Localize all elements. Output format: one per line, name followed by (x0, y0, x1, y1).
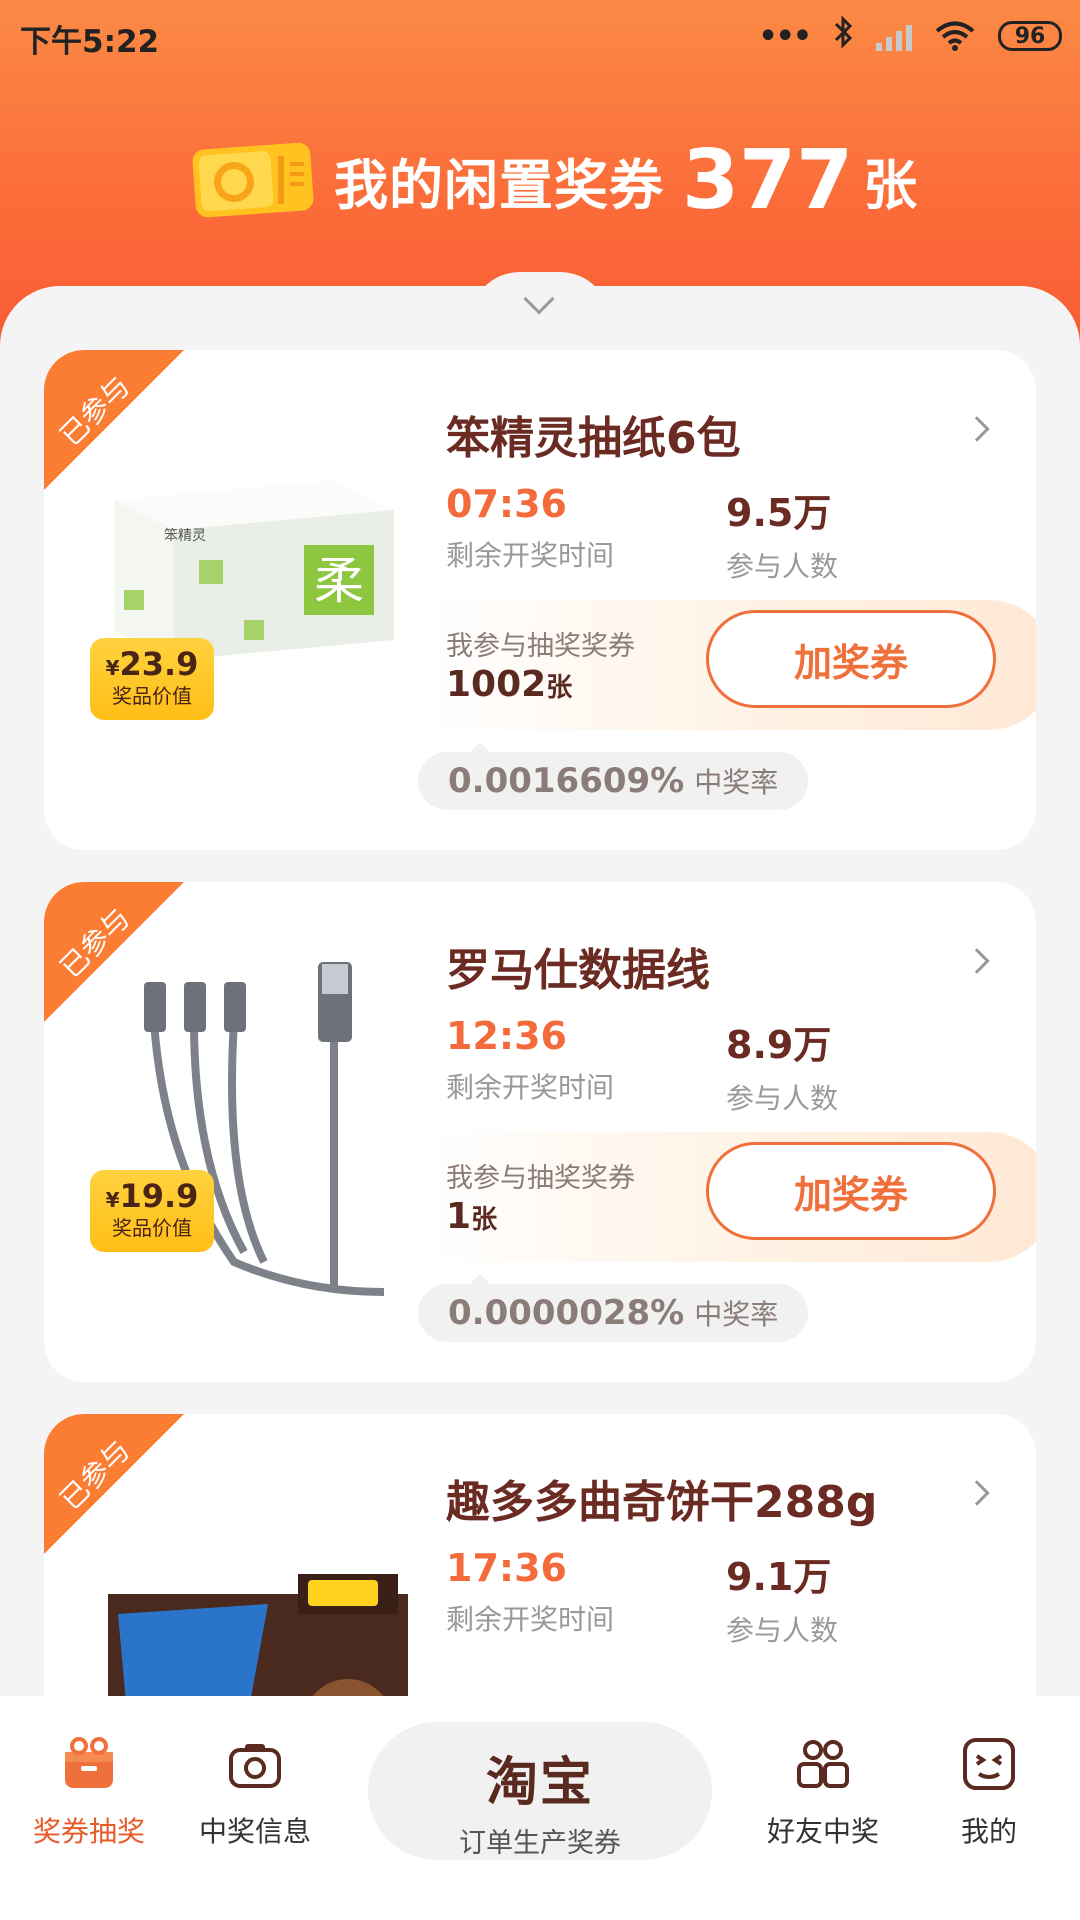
win-rate: 0.0000028% 中奖率 (418, 1274, 809, 1342)
countdown-value: 07:36 (446, 482, 567, 526)
countdown-label: 剩余开奖时间 (446, 1603, 615, 1636)
hero-unit: 张 (863, 153, 918, 217)
more-dots-icon: ••• (758, 18, 812, 54)
status-bar: 下午5:22 ••• 96 (0, 0, 1080, 70)
bluetooth-icon (832, 15, 854, 56)
ticket-icon (190, 142, 316, 218)
price-tag: ¥23.9 奖品价值 (90, 638, 214, 720)
tab-ticket-lottery[interactable]: 奖券抽奖 (14, 1736, 164, 1850)
price-label: 奖品价值 (112, 684, 192, 708)
participants: 9.5万 参与人数 (726, 482, 838, 585)
friends-icon (795, 1736, 851, 1792)
participants-value: 9.1万 (726, 1555, 832, 1599)
hero-count: 377 (682, 132, 854, 228)
profile-face-icon (961, 1736, 1017, 1792)
tab-win-info[interactable]: 中奖信息 (180, 1736, 330, 1850)
my-tickets-label: 我参与抽奖奖券 (446, 1163, 635, 1194)
countdown: 17:36 剩余开奖时间 (446, 1546, 614, 1638)
status-time: 下午5:22 (20, 24, 160, 60)
win-rate-value: 0.0016609% (448, 761, 685, 801)
battery-icon: 96 (998, 21, 1062, 51)
prize-title: 罗马仕数据线 (446, 945, 710, 996)
win-rate: 0.0016609% 中奖率 (418, 742, 809, 810)
add-ticket-button[interactable]: 加奖券 (706, 1142, 996, 1240)
participants-label: 参与人数 (726, 550, 839, 583)
tab-me[interactable]: 我的 (914, 1736, 1064, 1850)
win-rate-label: 中奖率 (694, 766, 779, 799)
prize-card[interactable]: 已参与 柔 笨精灵 ¥23.9 奖品价值 笨精灵抽纸6包 07:36 剩余开奖时… (44, 350, 1036, 850)
hero-label: 我的闲置奖券 (334, 153, 664, 217)
tab-label: 我的 (960, 1815, 1017, 1848)
camera-icon (227, 1736, 283, 1792)
participants-label: 参与人数 (726, 1614, 839, 1647)
my-tickets-label: 我参与抽奖奖券 (446, 631, 635, 662)
prize-title: 趣多多曲奇饼干288g (446, 1477, 878, 1528)
taobao-logo: 淘宝 (485, 1753, 594, 1813)
tab-label: 中奖信息 (198, 1815, 311, 1848)
wifi-icon (934, 20, 976, 52)
my-tickets-count: 1002张 (446, 664, 573, 705)
tab-order-tickets[interactable]: 淘宝 订单生产奖券 (368, 1722, 712, 1860)
price-label: 奖品价值 (112, 1216, 192, 1240)
signal-icon (876, 21, 912, 51)
countdown-value: 17:36 (446, 1546, 567, 1590)
add-ticket-button[interactable]: 加奖券 (706, 610, 996, 708)
prize-title: 笨精灵抽纸6包 (446, 413, 741, 464)
status-icons: ••• 96 (758, 15, 1062, 56)
win-rate-value: 0.0000028% (448, 1293, 685, 1333)
participants-label: 参与人数 (726, 1082, 839, 1115)
hero-banner: 我的闲置奖券 377 张 (190, 130, 917, 230)
chevron-right-icon[interactable] (964, 416, 990, 442)
participants: 8.9万 参与人数 (726, 1014, 838, 1117)
countdown: 12:36 剩余开奖时间 (446, 1014, 614, 1106)
tab-label: 奖券抽奖 (32, 1815, 145, 1848)
tab-friend-wins[interactable]: 好友中奖 (748, 1736, 898, 1850)
participants: 9.1万 参与人数 (726, 1546, 838, 1649)
price-value: 23.9 (119, 645, 199, 683)
product-image-cable (94, 962, 454, 1322)
svg-text:笨精灵: 笨精灵 (164, 528, 206, 544)
participants-value: 9.5万 (726, 491, 832, 535)
countdown-value: 12:36 (446, 1014, 567, 1058)
chevron-right-icon[interactable] (964, 1480, 990, 1506)
product-image-tissue: 柔 笨精灵 (94, 430, 454, 790)
my-tickets-count: 1张 (446, 1196, 498, 1237)
countdown: 07:36 剩余开奖时间 (446, 482, 614, 574)
tab-label: 好友中奖 (766, 1815, 879, 1848)
prize-card[interactable]: 已参与 ¥19.9 奖品价值 罗马仕数据线 12:36 剩余开奖时间 8.9万 … (44, 882, 1036, 1382)
countdown-label: 剩余开奖时间 (446, 1071, 615, 1104)
win-rate-label: 中奖率 (694, 1298, 779, 1331)
price-value: 19.9 (119, 1177, 199, 1215)
chevron-down-icon (523, 283, 555, 315)
participants-value: 8.9万 (726, 1023, 832, 1067)
countdown-label: 剩余开奖时间 (446, 539, 615, 572)
tab-label: 订单生产奖券 (459, 1828, 621, 1859)
svg-text:柔: 柔 (314, 552, 364, 610)
chevron-right-icon[interactable] (964, 948, 990, 974)
bottom-tab-bar: 奖券抽奖 中奖信息 淘宝 订单生产奖券 好友中奖 我的 (0, 1696, 1080, 1920)
gift-icon (61, 1736, 117, 1792)
price-tag: ¥19.9 奖品价值 (90, 1170, 214, 1252)
